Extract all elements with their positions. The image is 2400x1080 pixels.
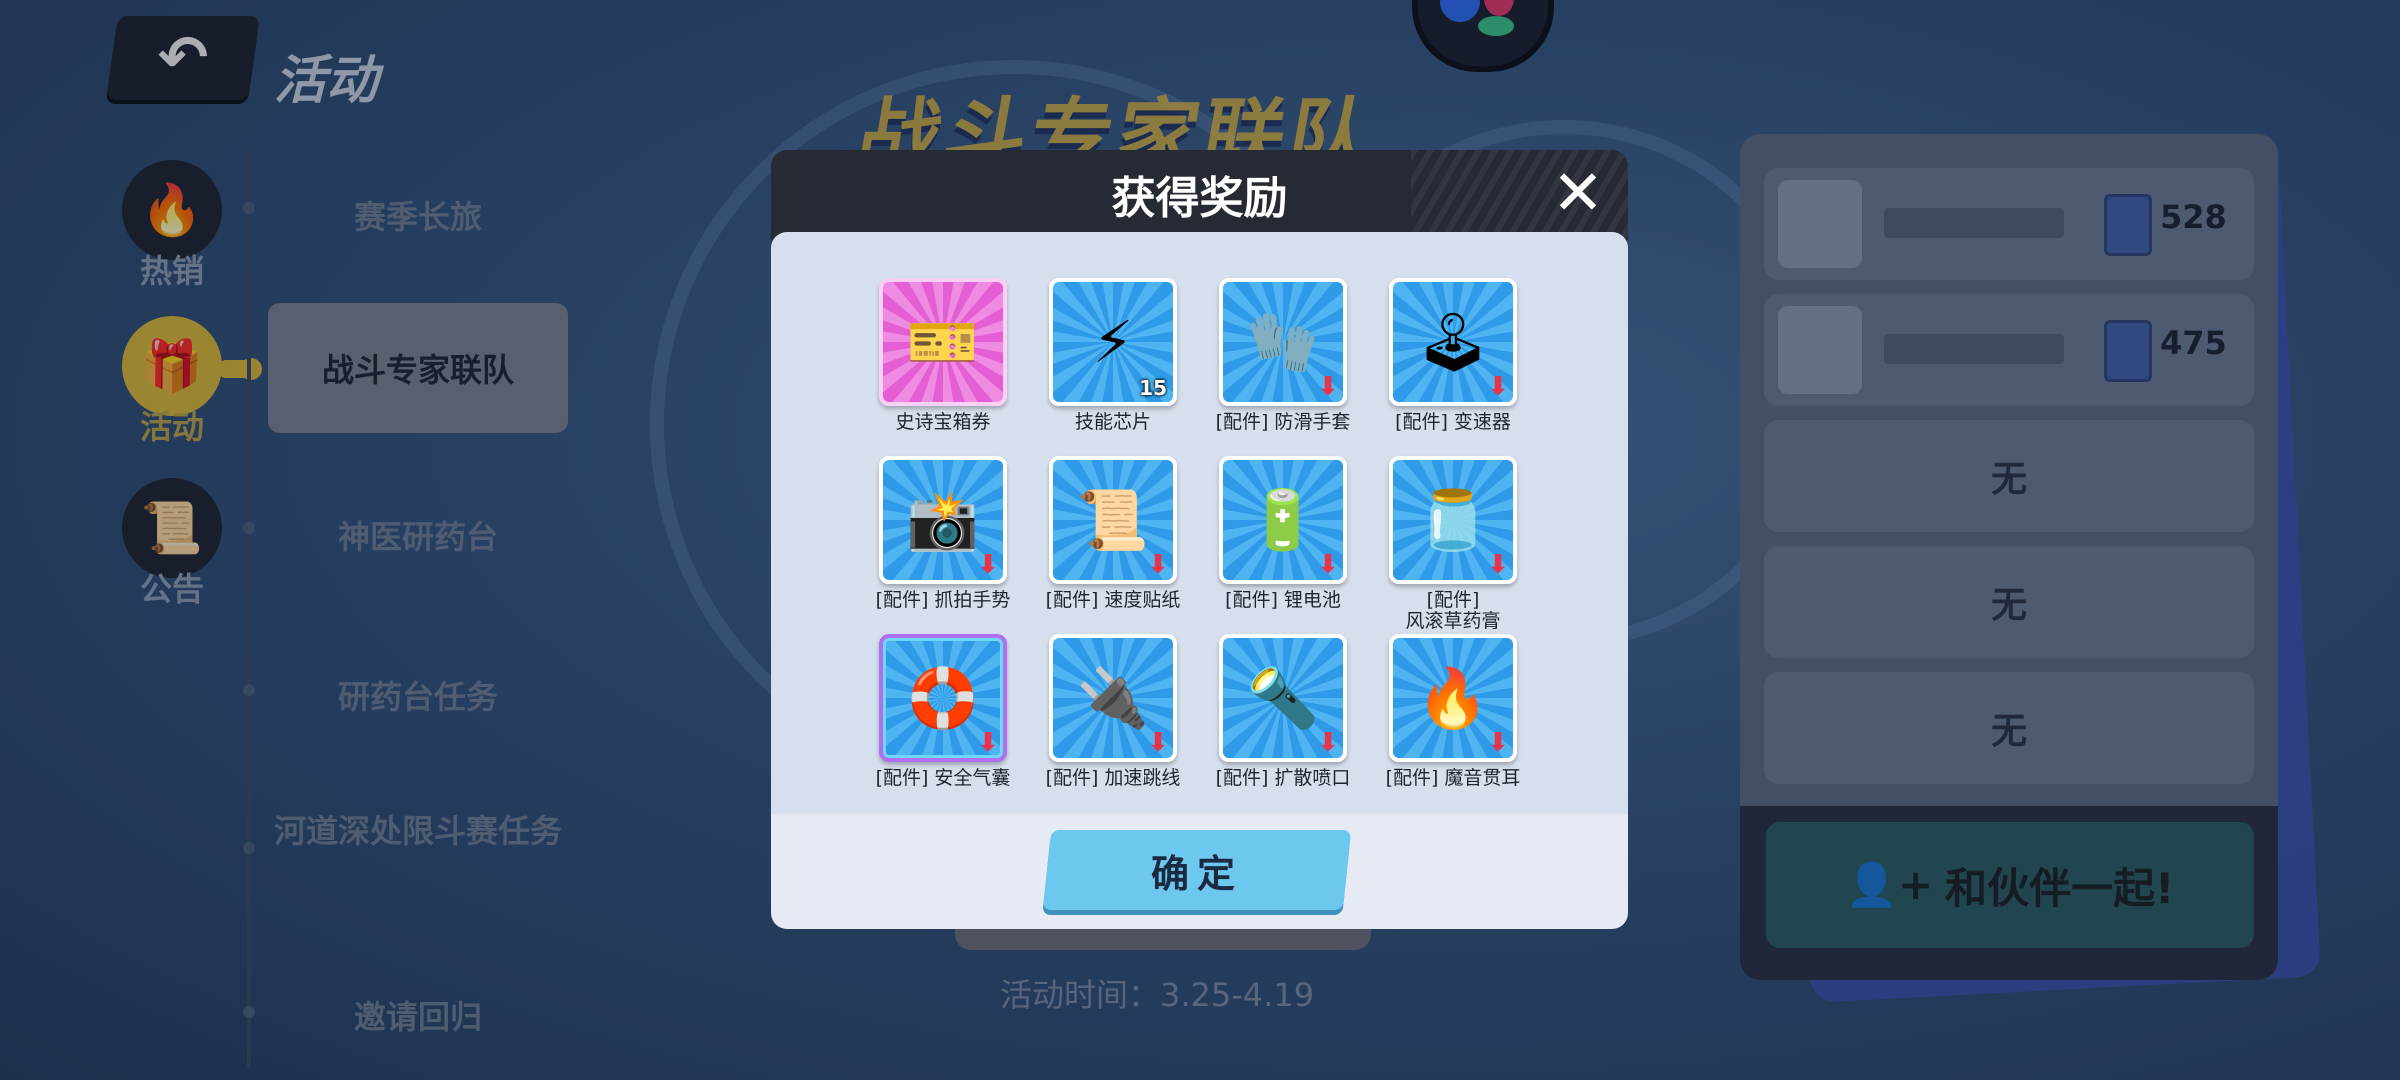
ointment-icon: 🫙 ⬇ bbox=[1389, 456, 1517, 584]
cable-icon: 🔌 ⬇ bbox=[1049, 634, 1177, 762]
dialog-header: 获得奖励 ✕ bbox=[771, 150, 1628, 240]
reward-item[interactable]: 📸 ⬇ [配件] 抓拍手势 bbox=[858, 456, 1028, 611]
reward-item[interactable]: 🛟 ⬇ [配件] 安全气囊 bbox=[858, 634, 1028, 789]
airbag-icon: 🛟 ⬇ bbox=[879, 634, 1007, 762]
down-arrow-icon: ⬇ bbox=[1317, 728, 1339, 758]
dialog-footer: 确定 bbox=[771, 814, 1628, 929]
reward-item[interactable]: 🎫 史诗宝箱券 bbox=[858, 278, 1028, 433]
down-arrow-icon: ⬇ bbox=[1487, 550, 1509, 580]
reward-item[interactable]: 📜 ⬇ [配件] 速度贴纸 bbox=[1028, 456, 1198, 611]
reward-item[interactable]: 🔥 ⬇ [配件] 魔音贯耳 bbox=[1368, 634, 1538, 789]
reward-dialog: 获得奖励 ✕ 🎫 史诗宝箱券 ⚡ 15 技能芯片 🧤 ⬇ [配件] 防滑手套 🕹 ⬇ [配件] 变速… bbox=[771, 150, 1628, 929]
reward-item[interactable]: 🔋 ⬇ [配件] 锂电池 bbox=[1198, 456, 1368, 611]
sound-wave-icon: 🔥 ⬇ bbox=[1389, 634, 1517, 762]
reward-label: [配件] 变速器 bbox=[1395, 411, 1511, 433]
confirm-button[interactable]: 确定 bbox=[1042, 830, 1352, 910]
reward-label: [配件] 安全气囊 bbox=[875, 767, 1011, 789]
down-arrow-icon: ⬇ bbox=[1487, 372, 1509, 402]
reward-label: [配件] 防滑手套 bbox=[1215, 411, 1351, 433]
down-arrow-icon: ⬇ bbox=[977, 728, 999, 758]
reward-label: [配件] 扩散喷口 bbox=[1215, 767, 1351, 789]
glove-icon: 🧤 ⬇ bbox=[1219, 278, 1347, 406]
chip-icon: ⚡ 15 bbox=[1049, 278, 1177, 406]
close-icon[interactable]: ✕ bbox=[1549, 162, 1607, 224]
reward-label: [配件] 速度贴纸 bbox=[1045, 589, 1181, 611]
reward-grid: 🎫 史诗宝箱券 ⚡ 15 技能芯片 🧤 ⬇ [配件] 防滑手套 🕹 ⬇ [配件] 变速器 📸 ⬇ [配件]… bbox=[771, 232, 1628, 814]
item-count-badge: 15 bbox=[1139, 376, 1167, 400]
down-arrow-icon: ⬇ bbox=[1147, 728, 1169, 758]
reward-item[interactable]: 🫙 ⬇ [配件] 风滚草药膏 bbox=[1368, 456, 1538, 632]
reward-label: [配件] 魔音贯耳 bbox=[1385, 767, 1521, 789]
down-arrow-icon: ⬇ bbox=[977, 550, 999, 580]
reward-label: 技能芯片 bbox=[1074, 411, 1151, 433]
down-arrow-icon: ⬇ bbox=[1487, 728, 1509, 758]
confirm-label: 确定 bbox=[1150, 851, 1243, 896]
down-arrow-icon: ⬇ bbox=[1147, 550, 1169, 580]
camera-hand-icon: 📸 ⬇ bbox=[879, 456, 1007, 584]
down-arrow-icon: ⬇ bbox=[1317, 372, 1339, 402]
reward-item[interactable]: 🔌 ⬇ [配件] 加速跳线 bbox=[1028, 634, 1198, 789]
reward-label: [配件] 风滚草药膏 bbox=[1405, 589, 1501, 632]
dialog-title: 获得奖励 bbox=[1111, 173, 1288, 224]
reward-item[interactable]: 🕹 ⬇ [配件] 变速器 bbox=[1368, 278, 1538, 433]
ticket-icon: 🎫 bbox=[879, 278, 1007, 406]
reward-item[interactable]: 🧤 ⬇ [配件] 防滑手套 bbox=[1198, 278, 1368, 433]
down-arrow-icon: ⬇ bbox=[1317, 550, 1339, 580]
reward-item[interactable]: 🔦 ⬇ [配件] 扩散喷口 bbox=[1198, 634, 1368, 789]
nozzle-icon: 🔦 ⬇ bbox=[1219, 634, 1347, 762]
sticker-icon: 📜 ⬇ bbox=[1049, 456, 1177, 584]
battery-icon: 🔋 ⬇ bbox=[1219, 456, 1347, 584]
gear-shift-icon: 🕹 ⬇ bbox=[1389, 278, 1517, 406]
reward-label: [配件] 抓拍手势 bbox=[875, 589, 1011, 611]
reward-label: 史诗宝箱券 bbox=[895, 411, 991, 433]
reward-label: [配件] 锂电池 bbox=[1225, 589, 1341, 611]
reward-label: [配件] 加速跳线 bbox=[1045, 767, 1181, 789]
reward-item[interactable]: ⚡ 15 技能芯片 bbox=[1028, 278, 1198, 433]
